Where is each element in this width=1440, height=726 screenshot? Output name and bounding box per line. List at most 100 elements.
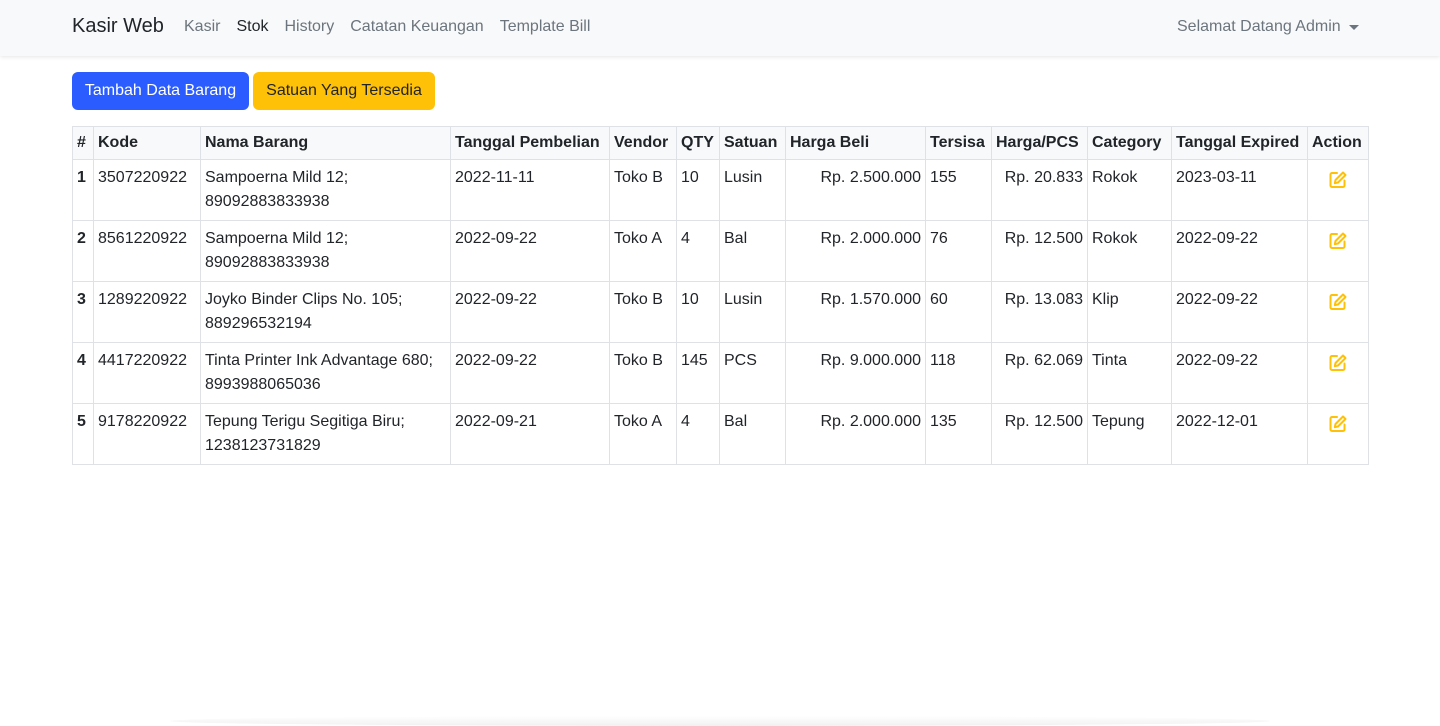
item-barcode: 89092883833938: [205, 193, 330, 210]
edit-icon[interactable]: [1328, 353, 1348, 373]
cell-nama-barang: Tepung Terigu Segitiga Biru; 123812373182…: [200, 403, 451, 465]
cell-harga-beli: Rp. 2.000.000: [785, 403, 926, 465]
page-bottom-shadow: [170, 716, 1270, 726]
header-satuan: Satuan: [719, 126, 786, 160]
cell-kode: 8561220922: [93, 220, 201, 282]
cell-tanggal-pembelian: 2022-09-22: [450, 281, 610, 343]
cell-harga-pcs: Rp. 13.083: [991, 281, 1088, 343]
header-harga-pcs: Harga/PCS: [991, 126, 1088, 160]
cell-vendor: Toko A: [609, 403, 677, 465]
table-row: 1 3507220922 Sampoerna Mild 12; 890928838…: [72, 159, 1369, 221]
cell-harga-beli: Rp. 9.000.000: [785, 342, 926, 404]
cell-action: [1307, 403, 1369, 465]
cell-nama-barang: Sampoerna Mild 12; 89092883833938: [200, 220, 451, 282]
available-units-button[interactable]: Satuan Yang Tersedia: [253, 72, 435, 110]
cell-tanggal-pembelian: 2022-11-11: [450, 159, 610, 221]
cell-no: 2: [72, 220, 94, 282]
cell-qty: 145: [676, 342, 720, 404]
header-action: Action: [1307, 126, 1369, 160]
cell-satuan: Bal: [719, 403, 786, 465]
edit-icon[interactable]: [1328, 231, 1348, 251]
item-name: Sampoerna Mild 12;: [205, 230, 349, 247]
nav-link-catatan-keuangan[interactable]: Catatan Keuangan: [350, 18, 483, 36]
cell-harga-beli: Rp. 1.570.000: [785, 281, 926, 343]
cell-tanggal-pembelian: 2022-09-21: [450, 403, 610, 465]
table-row: 4 4417220922 Tinta Printer Ink Advantage…: [72, 342, 1369, 404]
cell-nama-barang: Sampoerna Mild 12; 89092883833938: [200, 159, 451, 221]
cell-tanggal-expired: 2022-09-22: [1171, 342, 1308, 404]
cell-kode: 4417220922: [93, 342, 201, 404]
cell-tanggal-pembelian: 2022-09-22: [450, 342, 610, 404]
cell-tanggal-pembelian: 2022-09-22: [450, 220, 610, 282]
cell-kode: 1289220922: [93, 281, 201, 343]
table-header: # Kode Nama Barang Tanggal Pembelian Ven…: [72, 126, 1369, 160]
edit-icon[interactable]: [1328, 170, 1348, 190]
cell-action: [1307, 342, 1369, 404]
cell-category: Tinta: [1087, 342, 1172, 404]
brand-logo-text[interactable]: Kasir Web: [72, 15, 164, 38]
add-item-button[interactable]: Tambah Data Barang: [72, 72, 249, 110]
cell-harga-pcs: Rp. 12.500: [991, 403, 1088, 465]
cell-no: 4: [72, 342, 94, 404]
cell-tersisa: 60: [925, 281, 992, 343]
user-menu-dropdown[interactable]: Selamat Datang Admin: [1177, 18, 1359, 36]
cell-kode: 9178220922: [93, 403, 201, 465]
table-body: 1 3507220922 Sampoerna Mild 12; 890928838…: [72, 159, 1369, 465]
cell-nama-barang: Tinta Printer Ink Advantage 680; 89939880…: [200, 342, 451, 404]
item-barcode: 1238123731829: [205, 437, 321, 454]
stock-table: # Kode Nama Barang Tanggal Pembelian Ven…: [72, 126, 1369, 465]
cell-action: [1307, 281, 1369, 343]
cell-satuan: Lusin: [719, 159, 786, 221]
cell-qty: 4: [676, 403, 720, 465]
cell-tersisa: 135: [925, 403, 992, 465]
cell-nama-barang: Joyko Binder Clips No. 105; 889296532194: [200, 281, 451, 343]
cell-tersisa: 155: [925, 159, 992, 221]
nav-link-kasir[interactable]: Kasir: [184, 18, 220, 36]
header-tersisa: Tersisa: [925, 126, 992, 160]
nav-link-template-bill[interactable]: Template Bill: [500, 18, 591, 36]
cell-tersisa: 118: [925, 342, 992, 404]
item-name: Sampoerna Mild 12;: [205, 169, 349, 186]
cell-tanggal-expired: 2022-09-22: [1171, 281, 1308, 343]
edit-icon[interactable]: [1328, 292, 1348, 312]
cell-qty: 4: [676, 220, 720, 282]
item-barcode: 89092883833938: [205, 254, 330, 271]
user-menu-label: Selamat Datang Admin: [1177, 18, 1341, 35]
header-category: Category: [1087, 126, 1172, 160]
cell-kode: 3507220922: [93, 159, 201, 221]
header-tanggal-pembelian: Tanggal Pembelian: [450, 126, 610, 160]
cell-action: [1307, 220, 1369, 282]
edit-icon[interactable]: [1328, 414, 1348, 434]
cell-category: Klip: [1087, 281, 1172, 343]
cell-satuan: PCS: [719, 342, 786, 404]
table-row: 2 8561220922 Sampoerna Mild 12; 890928838…: [72, 220, 1369, 282]
top-navbar: Kasir Web Kasir Stok History Catatan Keu…: [0, 0, 1440, 56]
cell-qty: 10: [676, 159, 720, 221]
cell-vendor: Toko A: [609, 220, 677, 282]
cell-tanggal-expired: 2022-09-22: [1171, 220, 1308, 282]
header-vendor: Vendor: [609, 126, 677, 160]
cell-category: Rokok: [1087, 159, 1172, 221]
cell-action: [1307, 159, 1369, 221]
cell-harga-beli: Rp. 2.500.000: [785, 159, 926, 221]
cell-no: 5: [72, 403, 94, 465]
nav-links: Kasir Stok History Catatan Keuangan Temp…: [184, 18, 606, 36]
cell-category: Tepung: [1087, 403, 1172, 465]
item-name: Tinta Printer Ink Advantage 680;: [205, 352, 433, 369]
header-qty: QTY: [676, 126, 720, 160]
cell-no: 3: [72, 281, 94, 343]
header-tanggal-expired: Tanggal Expired: [1171, 126, 1308, 160]
cell-harga-pcs: Rp. 12.500: [991, 220, 1088, 282]
table-row: 5 9178220922 Tepung Terigu Segitiga Biru…: [72, 403, 1369, 465]
cell-vendor: Toko B: [609, 159, 677, 221]
nav-link-stok[interactable]: Stok: [236, 18, 268, 36]
cell-harga-beli: Rp. 2.000.000: [785, 220, 926, 282]
nav-link-history[interactable]: History: [284, 18, 334, 36]
item-barcode: 889296532194: [205, 315, 312, 332]
cell-category: Rokok: [1087, 220, 1172, 282]
header-kode: Kode: [93, 126, 201, 160]
cell-harga-pcs: Rp. 20.833: [991, 159, 1088, 221]
cell-qty: 10: [676, 281, 720, 343]
cell-tanggal-expired: 2023-03-11: [1171, 159, 1308, 221]
cell-tanggal-expired: 2022-12-01: [1171, 403, 1308, 465]
